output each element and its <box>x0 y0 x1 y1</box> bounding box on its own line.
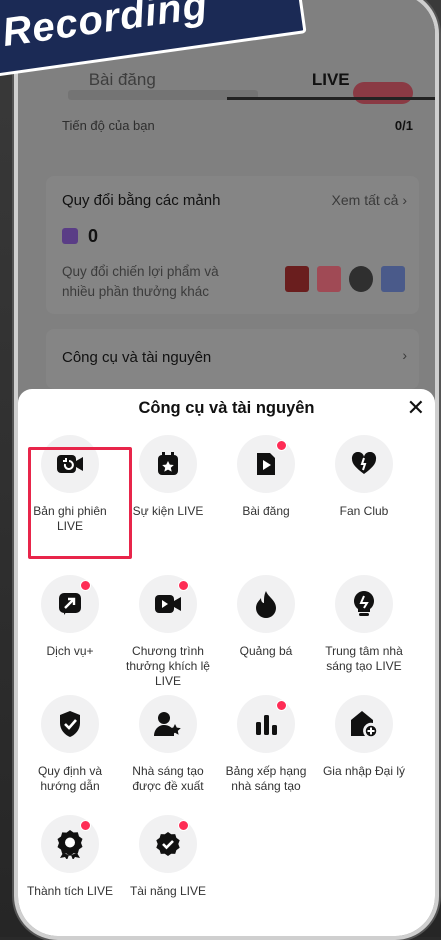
tool-item[interactable]: Fan Club <box>316 435 412 519</box>
tool-label: Tài năng LIVE <box>129 884 207 898</box>
tab-bar: Bài đăng LIVE <box>18 66 435 100</box>
verified-badge-icon <box>155 831 181 857</box>
prize-icon <box>285 266 309 292</box>
see-all-label: Xem tất cả <box>331 192 399 208</box>
tools-row-label: Công cụ và tài nguyên <box>62 349 212 366</box>
tool-icon-circle <box>335 695 393 753</box>
tool-icon-circle <box>335 435 393 493</box>
flame-icon <box>255 590 277 618</box>
tool-icon-circle <box>139 695 197 753</box>
tool-icon-circle <box>41 695 99 753</box>
tool-label: Bài đăng <box>242 504 290 518</box>
prize-icon <box>381 266 405 292</box>
puzzle-count: 0 <box>62 226 98 247</box>
see-all-link[interactable]: Xem tất cả › <box>332 192 407 208</box>
tool-label: Chương trình thưởng khích lệ LIVE <box>126 644 210 688</box>
lightbulb-icon <box>352 590 376 618</box>
highlight-box <box>28 447 132 559</box>
tool-label: Bảng xếp hạng nhà sáng tạo <box>225 764 307 793</box>
tool-label: Trung tâm nhà sáng tạo LIVE <box>325 644 403 673</box>
video-camera-icon <box>154 593 182 615</box>
notification-dot <box>80 820 91 831</box>
tools-row[interactable]: Công cụ và tài nguyên › <box>46 329 419 389</box>
progress-value: 0/1 <box>394 118 413 133</box>
tool-label: Quy định và hướng dẫn <box>37 764 103 793</box>
chevron-right-icon: › <box>402 192 407 208</box>
tool-item[interactable]: Trung tâm nhà sáng tạo LIVE <box>316 575 412 674</box>
redeem-title: Quy đổi bằng các mảnh <box>62 192 221 209</box>
tool-label: Thành tích LIVE <box>26 884 114 898</box>
tool-item[interactable]: Bảng xếp hạng nhà sáng tạo <box>218 695 314 794</box>
tool-label: Fan Club <box>339 504 389 518</box>
redeem-description: Quy đổi chiến lợi phẩm và nhiều phần thư… <box>62 264 219 299</box>
tool-label: Gia nhập Đại lý <box>322 764 406 778</box>
tool-icon-circle <box>139 575 197 633</box>
tool-icon-circle <box>139 815 197 873</box>
tool-icon-circle <box>335 575 393 633</box>
tool-item[interactable]: Nhà sáng tạo được đề xuất <box>120 695 216 794</box>
service-arrow-icon <box>57 591 83 617</box>
progress-row: Tiến độ của bạn 0/1 <box>62 118 413 133</box>
notification-dot <box>80 580 91 591</box>
tool-item[interactable]: Thành tích LIVE <box>22 815 118 899</box>
tool-icon-circle <box>237 695 295 753</box>
user-star-icon <box>154 711 182 737</box>
shield-check-icon <box>58 710 82 738</box>
progress-label: Tiến độ của bạn <box>62 118 155 133</box>
notification-dot <box>276 700 287 711</box>
tool-icon-circle <box>41 575 99 633</box>
tool-item[interactable]: Dịch vụ+ <box>22 575 118 659</box>
chevron-right-icon: › <box>402 347 407 363</box>
tool-icon-circle <box>237 575 295 633</box>
tool-item[interactable]: Chương trình thưởng khích lệ LIVE <box>120 575 216 689</box>
tool-label: Nhà sáng tạo được đề xuất <box>132 764 204 793</box>
notification-dot <box>178 820 189 831</box>
prize-icon <box>317 266 341 292</box>
close-icon[interactable]: ✕ <box>407 395 425 421</box>
calendar-star-icon <box>156 451 180 477</box>
tool-icon-circle <box>237 435 295 493</box>
tool-item[interactable]: Bài đăng <box>218 435 314 519</box>
prize-icon <box>349 266 373 292</box>
notification-dot <box>276 440 287 451</box>
heart-icon <box>351 452 377 476</box>
tool-icon-circle <box>41 815 99 873</box>
notification-dot <box>178 580 189 591</box>
tool-label: Quảng bá <box>239 644 293 658</box>
prize-thumbnails <box>285 266 405 292</box>
redeem-card: Quy đổi bằng các mảnh Xem tất cả › 0 Quy… <box>46 176 419 314</box>
tool-item[interactable]: Gia nhập Đại lý <box>316 695 412 779</box>
puzzle-icon <box>62 228 78 244</box>
medal-icon <box>57 829 83 859</box>
tool-item[interactable]: Sự kiện LIVE <box>120 435 216 519</box>
puzzle-count-value: 0 <box>88 226 99 246</box>
tool-label: Dịch vụ+ <box>46 644 94 658</box>
bar-chart-icon <box>254 712 278 736</box>
tool-label: Sự kiện LIVE <box>132 504 204 518</box>
tool-icon-circle <box>139 435 197 493</box>
tab-posts[interactable]: Bài đăng <box>18 66 227 100</box>
sheet-title: Công cụ và tài nguyên <box>138 399 315 417</box>
tool-item[interactable]: Quảng bá <box>218 575 314 659</box>
tab-live[interactable]: LIVE <box>226 66 435 100</box>
tool-item[interactable]: Tài năng LIVE <box>120 815 216 899</box>
tool-item[interactable]: Quy định và hướng dẫn <box>22 695 118 794</box>
house-plus-icon <box>350 710 378 738</box>
post-sparkle-icon <box>254 450 278 478</box>
